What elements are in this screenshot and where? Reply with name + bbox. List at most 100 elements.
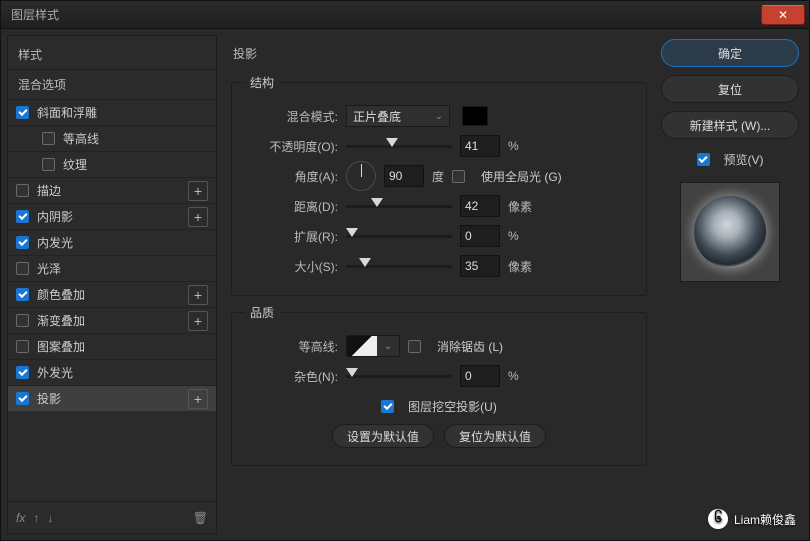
preview-thumbnail bbox=[694, 196, 766, 268]
watermark: ၆ Liam赖俊鑫 bbox=[708, 509, 796, 529]
opacity-unit: % bbox=[508, 139, 519, 153]
antialias-label: 消除锯齿 (L) bbox=[437, 338, 503, 355]
angle-input[interactable] bbox=[384, 165, 424, 187]
global-light-label: 使用全局光 (G) bbox=[481, 168, 562, 185]
set-default-button[interactable]: 设置为默认值 bbox=[332, 424, 434, 448]
size-input[interactable] bbox=[460, 255, 500, 277]
move-down-icon[interactable]: ↓ bbox=[47, 511, 53, 525]
checkbox-pattern-overlay[interactable] bbox=[16, 340, 29, 353]
item-pattern-overlay[interactable]: 图案叠加 bbox=[8, 333, 216, 359]
checkbox-inner-shadow[interactable] bbox=[16, 210, 29, 223]
distance-unit: 像素 bbox=[508, 198, 532, 215]
blend-mode-select[interactable]: 正片叠底 ⌄ bbox=[346, 105, 450, 127]
quality-legend: 品质 bbox=[244, 304, 280, 321]
blend-mode-label: 混合模式: bbox=[244, 108, 338, 125]
add-inner-shadow-icon[interactable]: + bbox=[188, 207, 208, 227]
watermark-text: Liam赖俊鑫 bbox=[734, 511, 796, 528]
preview-toggle-row: 预览(V) bbox=[661, 151, 799, 168]
checkbox-bevel[interactable] bbox=[16, 106, 29, 119]
angle-unit: 度 bbox=[432, 168, 444, 185]
noise-unit: % bbox=[508, 369, 519, 383]
dialog-body: 样式 混合选项 斜面和浮雕 等高线 纹理 描边+ 内阴影+ 内发光 光泽 颜色叠… bbox=[1, 29, 809, 540]
item-bevel[interactable]: 斜面和浮雕 bbox=[8, 99, 216, 125]
settings-panel: 投影 结构 混合模式: 正片叠底 ⌄ 不透明度(O): % bbox=[223, 35, 655, 534]
add-drop-shadow-icon[interactable]: + bbox=[188, 389, 208, 409]
checkbox-drop-shadow[interactable] bbox=[16, 392, 29, 405]
contour-select[interactable]: ⌄ bbox=[346, 335, 400, 357]
noise-label: 杂色(N): bbox=[244, 368, 338, 385]
checkbox-global-light[interactable] bbox=[452, 170, 465, 183]
reset-default-button[interactable]: 复位为默认值 bbox=[444, 424, 546, 448]
checkbox-outer-glow[interactable] bbox=[16, 366, 29, 379]
add-stroke-icon[interactable]: + bbox=[188, 181, 208, 201]
window-title: 图层样式 bbox=[1, 6, 761, 23]
trash-icon[interactable]: 🗑 bbox=[193, 511, 208, 525]
size-label: 大小(S): bbox=[244, 258, 338, 275]
checkbox-satin[interactable] bbox=[16, 262, 29, 275]
distance-label: 距离(D): bbox=[244, 198, 338, 215]
angle-label: 角度(A): bbox=[244, 168, 338, 185]
item-stroke[interactable]: 描边+ bbox=[8, 177, 216, 203]
blend-options-header[interactable]: 混合选项 bbox=[8, 69, 216, 99]
item-inner-glow[interactable]: 内发光 bbox=[8, 229, 216, 255]
move-up-icon[interactable]: ↑ bbox=[33, 511, 39, 525]
close-button[interactable]: ✕ bbox=[761, 5, 805, 25]
knockout-label: 图层挖空投影(U) bbox=[408, 398, 497, 415]
contour-label: 等高线: bbox=[244, 338, 338, 355]
checkbox-contour[interactable] bbox=[42, 132, 55, 145]
structure-group: 结构 混合模式: 正片叠底 ⌄ 不透明度(O): % 角度(A): bbox=[231, 74, 647, 296]
quality-group: 品质 等高线: ⌄ 消除锯齿 (L) 杂色(N): % 图层挖空投影(U) bbox=[231, 304, 647, 466]
opacity-slider[interactable] bbox=[346, 137, 452, 155]
chevron-down-icon: ⌄ bbox=[377, 341, 399, 352]
noise-input[interactable] bbox=[460, 365, 500, 387]
item-satin[interactable]: 光泽 bbox=[8, 255, 216, 281]
preview-box bbox=[680, 182, 780, 282]
chevron-down-icon: ⌄ bbox=[435, 111, 443, 122]
new-style-button[interactable]: 新建样式 (W)... bbox=[661, 111, 799, 139]
spread-label: 扩展(R): bbox=[244, 228, 338, 245]
angle-dial[interactable] bbox=[346, 161, 376, 191]
item-drop-shadow[interactable]: 投影+ bbox=[8, 385, 216, 411]
checkbox-color-overlay[interactable] bbox=[16, 288, 29, 301]
add-color-overlay-icon[interactable]: + bbox=[188, 285, 208, 305]
checkbox-preview[interactable] bbox=[697, 153, 710, 166]
checkbox-grad-overlay[interactable] bbox=[16, 314, 29, 327]
styles-header[interactable]: 样式 bbox=[8, 36, 216, 69]
opacity-label: 不透明度(O): bbox=[244, 138, 338, 155]
item-color-overlay[interactable]: 颜色叠加+ bbox=[8, 281, 216, 307]
layer-style-dialog: 图层样式 ✕ 样式 混合选项 斜面和浮雕 等高线 纹理 描边+ 内阴影+ 内发光… bbox=[0, 0, 810, 541]
checkbox-knockout[interactable] bbox=[381, 400, 394, 413]
item-inner-shadow[interactable]: 内阴影+ bbox=[8, 203, 216, 229]
action-panel: 确定 复位 新建样式 (W)... 预览(V) bbox=[661, 35, 803, 534]
checkbox-stroke[interactable] bbox=[16, 184, 29, 197]
distance-slider[interactable] bbox=[346, 197, 452, 215]
size-unit: 像素 bbox=[508, 258, 532, 275]
styles-panel: 样式 混合选项 斜面和浮雕 等高线 纹理 描边+ 内阴影+ 内发光 光泽 颜色叠… bbox=[7, 35, 217, 534]
spread-input[interactable] bbox=[460, 225, 500, 247]
effects-list: 斜面和浮雕 等高线 纹理 描边+ 内阴影+ 内发光 光泽 颜色叠加+ 渐变叠加+… bbox=[8, 99, 216, 501]
add-grad-overlay-icon[interactable]: + bbox=[188, 311, 208, 331]
distance-input[interactable] bbox=[460, 195, 500, 217]
spread-unit: % bbox=[508, 229, 519, 243]
cancel-button[interactable]: 复位 bbox=[661, 75, 799, 103]
checkbox-texture[interactable] bbox=[42, 158, 55, 171]
item-grad-overlay[interactable]: 渐变叠加+ bbox=[8, 307, 216, 333]
size-slider[interactable] bbox=[346, 257, 452, 275]
structure-legend: 结构 bbox=[244, 74, 280, 91]
noise-slider[interactable] bbox=[346, 367, 452, 385]
panel-title: 投影 bbox=[231, 41, 647, 66]
preview-label: 预览(V) bbox=[724, 151, 764, 168]
item-texture[interactable]: 纹理 bbox=[8, 151, 216, 177]
spread-slider[interactable] bbox=[346, 227, 452, 245]
item-contour[interactable]: 等高线 bbox=[8, 125, 216, 151]
weibo-icon: ၆ bbox=[708, 509, 728, 529]
shadow-color-swatch[interactable] bbox=[462, 106, 488, 126]
opacity-input[interactable] bbox=[460, 135, 500, 157]
checkbox-inner-glow[interactable] bbox=[16, 236, 29, 249]
item-outer-glow[interactable]: 外发光 bbox=[8, 359, 216, 385]
close-icon: ✕ bbox=[778, 8, 788, 22]
checkbox-antialias[interactable] bbox=[408, 340, 421, 353]
ok-button[interactable]: 确定 bbox=[661, 39, 799, 67]
fx-menu-icon[interactable]: fx bbox=[16, 511, 25, 525]
contour-swatch bbox=[347, 336, 377, 356]
